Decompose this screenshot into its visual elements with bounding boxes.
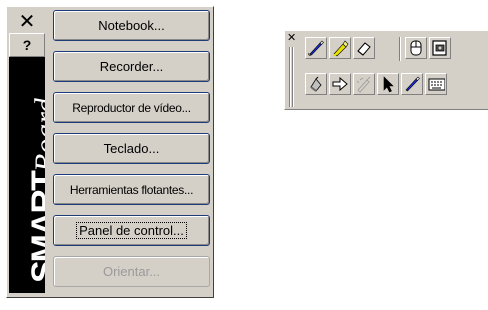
brand-board-text: Board — [29, 98, 45, 173]
keyboard-icon — [428, 78, 445, 91]
brand-smart-text: SMART — [25, 172, 45, 283]
mouse-icon — [410, 40, 422, 56]
toolbar-drag-handle[interactable] — [289, 47, 295, 107]
control-panel-button[interactable]: Panel de control... — [53, 215, 210, 246]
pen-tool-button-2[interactable] — [401, 73, 423, 95]
notebook-button[interactable]: Notebook... — [53, 10, 210, 41]
smart-board-logo: SMARTBoard — [9, 57, 45, 293]
notebook-button-label: Notebook... — [98, 18, 165, 33]
close-icon: ✕ — [18, 9, 36, 33]
help-button[interactable]: ? — [9, 33, 45, 57]
highlighter-tool-button[interactable] — [329, 37, 351, 59]
floating-toolbar: ✕ — [284, 30, 488, 110]
orient-button-label: Orientar... — [102, 264, 161, 279]
right-arrow-icon — [332, 76, 348, 92]
video-player-button[interactable]: Reproductor de vídeo... — [53, 92, 210, 123]
screen-capture-button[interactable] — [429, 37, 451, 59]
orient-button: Orientar... — [53, 256, 210, 287]
keyboard-button-label: Teclado... — [103, 141, 160, 156]
eraser-tool-button[interactable] — [353, 37, 375, 59]
pen-tool-button[interactable] — [305, 37, 327, 59]
keyboard-button[interactable]: Teclado... — [53, 133, 210, 164]
toolbar-close-button[interactable]: ✕ — [287, 32, 297, 44]
eraser-icon — [357, 42, 371, 56]
pen-icon — [405, 76, 420, 92]
smart-board-menu: ✕ ? SMARTBoard Notebook... Recorder... R… — [6, 6, 214, 298]
disabled-pen-icon — [356, 76, 371, 93]
floating-tools-button[interactable]: Herramientas flotantes... — [53, 174, 210, 205]
highlighter-icon — [333, 40, 349, 57]
magnifier-icon — [310, 76, 322, 92]
recorder-button[interactable]: Recorder... — [53, 51, 210, 82]
toolbar-separator — [399, 37, 401, 61]
arrow-tool-button[interactable] — [329, 73, 351, 95]
control-panel-button-label: Panel de control... — [76, 222, 187, 239]
close-button[interactable]: ✕ — [9, 9, 45, 33]
disabled-pen-button — [353, 73, 375, 95]
cursor-icon — [383, 76, 394, 93]
video-player-button-label: Reproductor de vídeo... — [72, 100, 191, 115]
keyboard-tool-button[interactable] — [425, 73, 447, 95]
screen-capture-icon — [432, 40, 447, 56]
close-icon: ✕ — [287, 31, 297, 44]
floating-tools-button-label: Herramientas flotantes... — [69, 182, 194, 197]
magnifier-tool-button[interactable] — [305, 73, 327, 95]
help-icon: ? — [22, 37, 32, 53]
pen-icon — [308, 40, 324, 56]
mouse-tool-button[interactable] — [405, 37, 427, 59]
select-cursor-button[interactable] — [377, 73, 399, 95]
recorder-button-label: Recorder... — [99, 59, 164, 74]
